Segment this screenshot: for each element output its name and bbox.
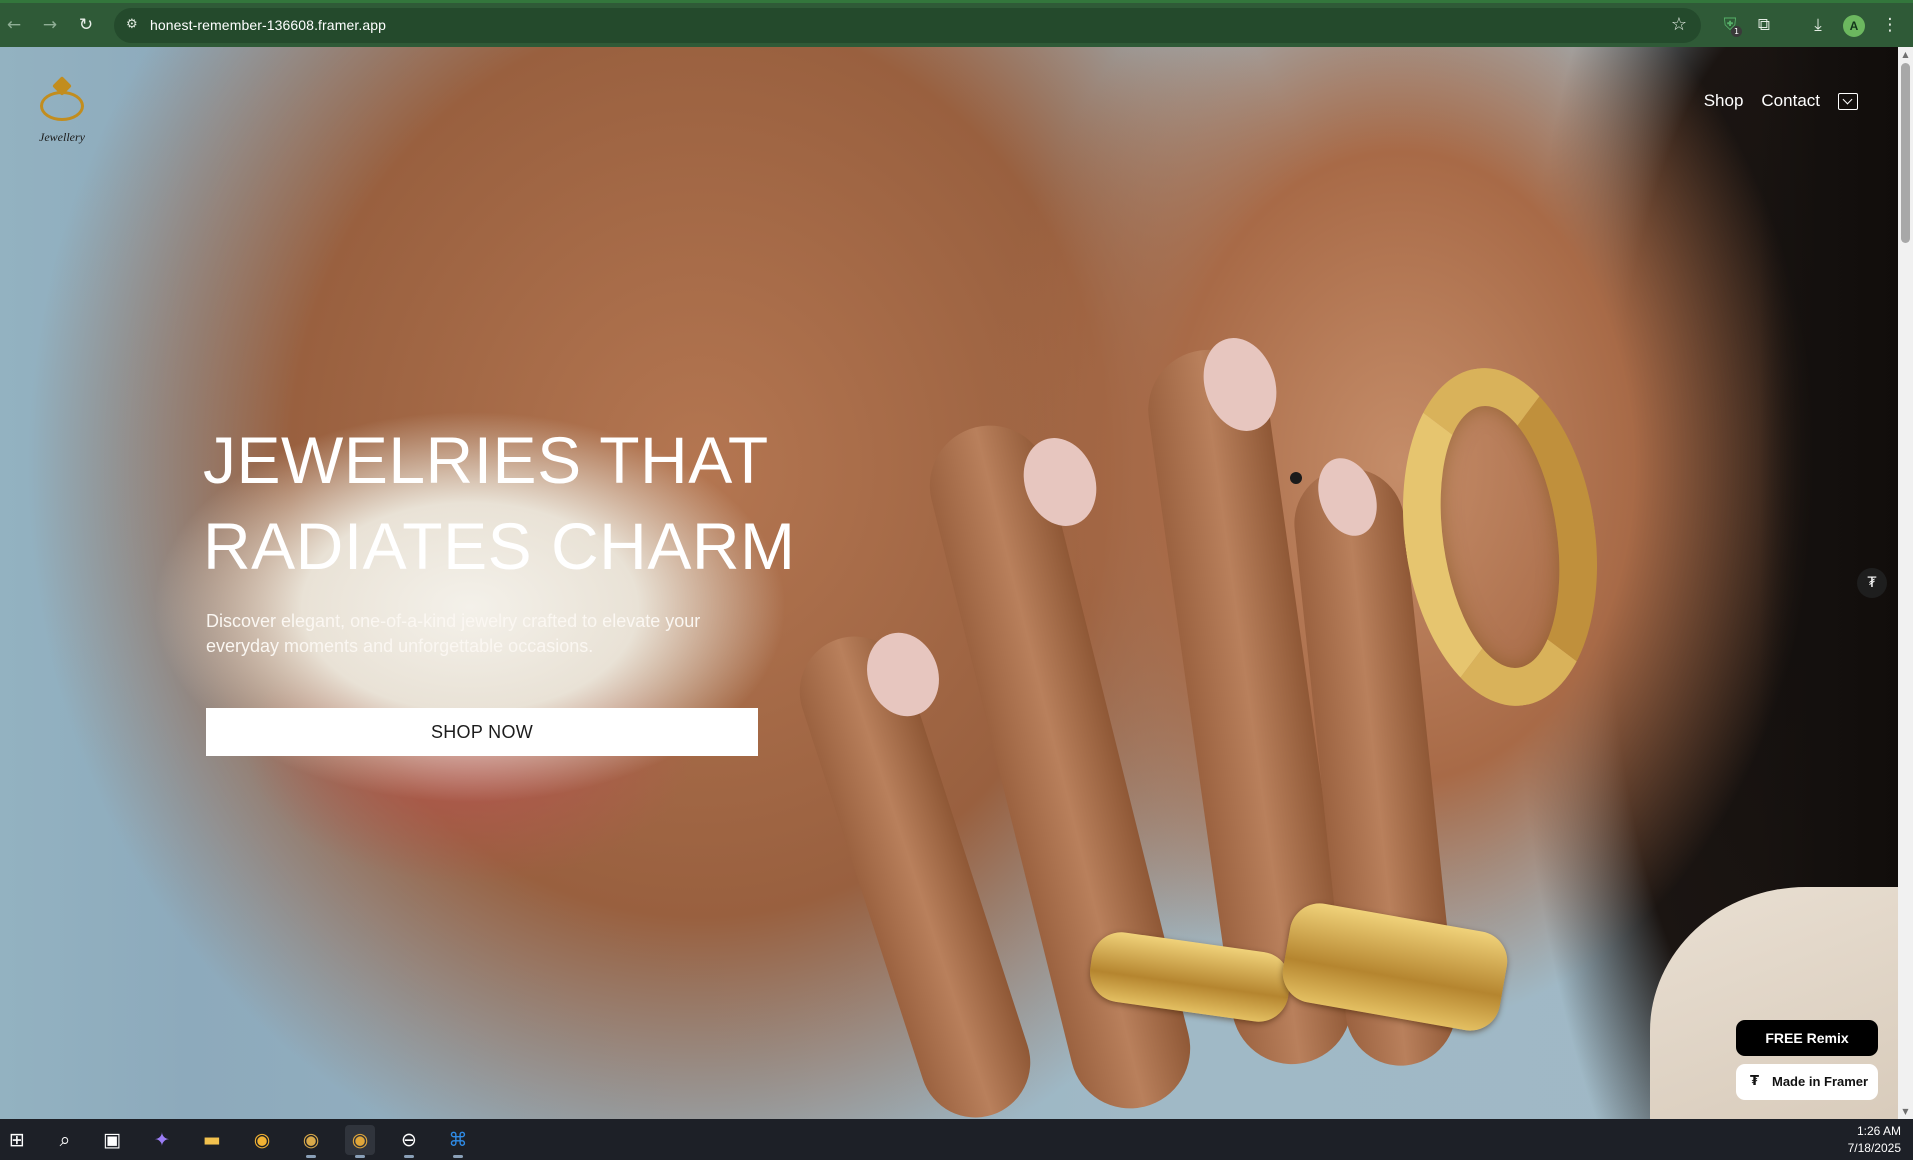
back-icon[interactable]: ←: [2, 13, 26, 37]
scroll-thumb[interactable]: [1901, 63, 1910, 243]
site-info-icon[interactable]: ⚙: [126, 16, 144, 34]
scroll-up-icon[interactable]: ▲: [1901, 50, 1910, 59]
logo-ring-icon: [40, 91, 84, 121]
page-scrollbar[interactable]: ▲ ▼: [1898, 47, 1913, 1119]
browser-toolbar: ← → ↻ ⚙ honest-remember-136608.framer.ap…: [0, 0, 1913, 47]
framer-icon[interactable]: ₮: [1857, 568, 1887, 598]
windows-taskbar: ⊞ ⌕ ▣ ✦ ▬ ◉ ◉ ◉ ⊖ ⌘ 1:26 AM 7/18/2025: [0, 1119, 1913, 1160]
running-indicator: [404, 1155, 414, 1158]
made-in-framer-button[interactable]: ₮ Made in Framer: [1736, 1064, 1878, 1100]
extension-badge: 1: [1731, 26, 1742, 37]
shop-now-button[interactable]: SHOP NOW: [206, 708, 758, 756]
site-logo[interactable]: Jewellery: [32, 76, 92, 153]
address-bar[interactable]: ⚙ honest-remember-136608.framer.app ☆: [114, 8, 1701, 43]
app-icon[interactable]: ⊖: [394, 1125, 424, 1158]
file-explorer-icon[interactable]: ▬: [197, 1125, 227, 1155]
hero-title-line-2: RADIATES CHARM: [203, 509, 796, 583]
shield-extension-icon[interactable]: ⛨ 1: [1718, 13, 1742, 37]
vscode-icon[interactable]: ⌘: [443, 1125, 473, 1158]
nav-contact-link[interactable]: Contact: [1761, 91, 1820, 111]
made-in-framer-label: Made in Framer: [1772, 1074, 1869, 1089]
framer-logo-icon: ₮: [1750, 1074, 1760, 1089]
running-indicator: [306, 1155, 316, 1158]
nav-shop-link[interactable]: Shop: [1704, 91, 1744, 111]
hero-title: JEWELRIES THAT RADIATES CHARM: [203, 417, 823, 589]
bookmark-star-icon[interactable]: ☆: [1671, 14, 1687, 35]
cursor-dot: [1290, 472, 1302, 484]
hero-title-line-1: JEWELRIES THAT: [203, 423, 769, 497]
search-icon[interactable]: ⌕: [50, 1125, 80, 1155]
cart-icon[interactable]: [1838, 92, 1858, 110]
windows-start-icon[interactable]: ⊞: [2, 1125, 32, 1155]
chrome-profile-icon[interactable]: ◉: [296, 1125, 326, 1158]
download-icon[interactable]: ⤓: [1806, 13, 1830, 37]
url-text[interactable]: honest-remember-136608.framer.app: [150, 17, 386, 33]
puzzle-extensions-icon[interactable]: ⧉: [1752, 13, 1776, 37]
chrome-icon[interactable]: ◉: [247, 1125, 277, 1155]
site-nav: Shop Contact: [1704, 91, 1858, 111]
chrome-active-icon[interactable]: ◉: [345, 1125, 375, 1158]
forward-icon[interactable]: →: [38, 13, 62, 37]
running-indicator: [355, 1155, 365, 1158]
logo-text: Jewellery: [39, 130, 85, 144]
hero-section: Jewellery Shop Contact JEWELRIES THAT RA…: [0, 47, 1898, 1119]
clock-time: 1:26 AM: [1856, 1124, 1901, 1138]
free-remix-button[interactable]: FREE Remix: [1736, 1020, 1878, 1056]
scroll-down-icon[interactable]: ▼: [1901, 1107, 1910, 1116]
task-view-icon[interactable]: ▣: [97, 1125, 127, 1155]
clock-date: 7/18/2025: [1847, 1141, 1901, 1155]
running-indicator: [453, 1155, 463, 1158]
reload-icon[interactable]: ↻: [74, 13, 98, 37]
system-clock[interactable]: 1:26 AM 7/18/2025: [1848, 1123, 1901, 1157]
copilot-icon[interactable]: ✦: [147, 1125, 177, 1155]
hero-subtitle: Discover elegant, one-of-a-kind jewelry …: [206, 611, 701, 656]
menu-dots-icon[interactable]: ⋮: [1878, 13, 1902, 37]
profile-avatar[interactable]: A: [1843, 15, 1865, 37]
